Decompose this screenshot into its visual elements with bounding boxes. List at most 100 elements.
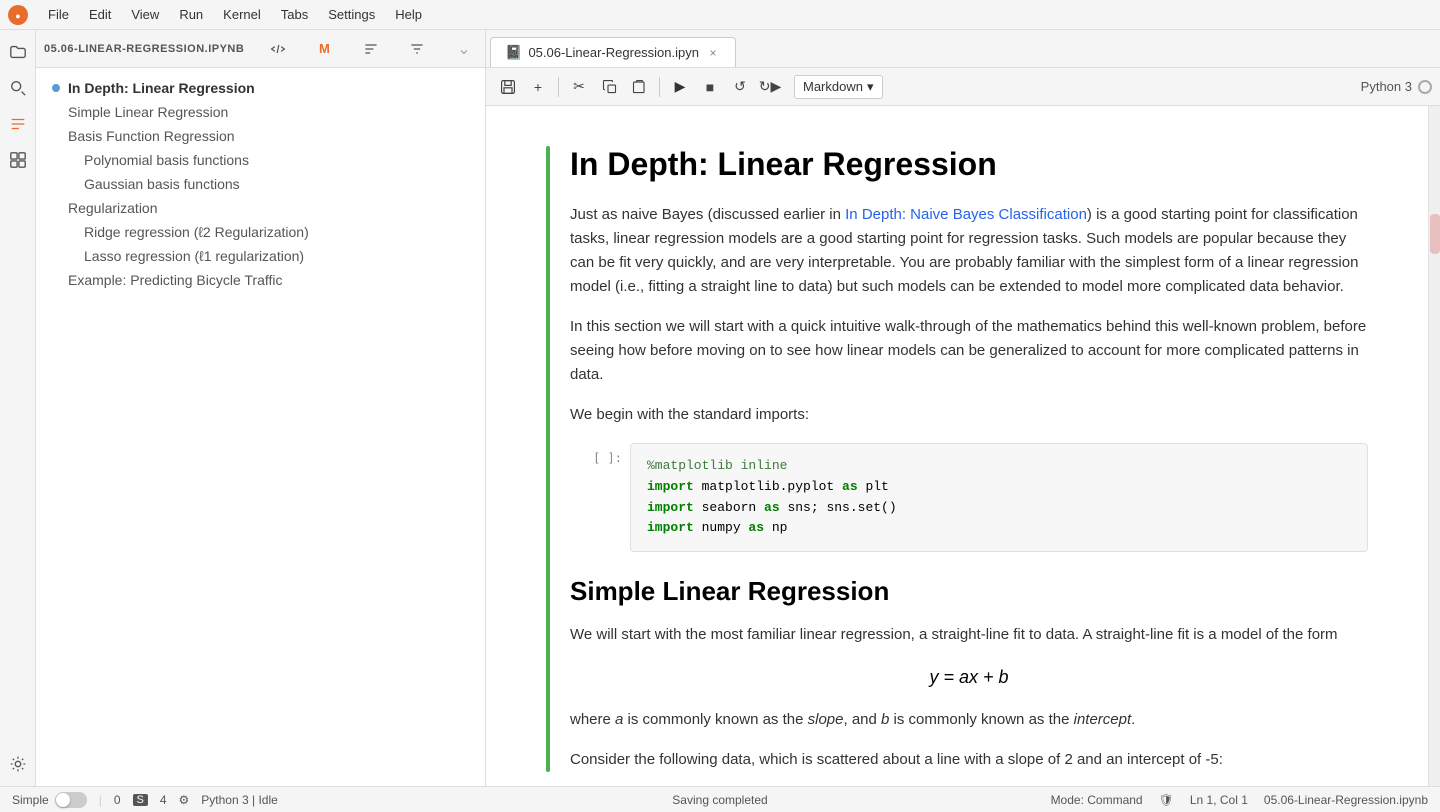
copy-btn[interactable] [595, 74, 623, 100]
toc-area: In Depth: Linear Regression Simple Linea… [36, 68, 485, 786]
toc-item-5[interactable]: Regularization [36, 196, 485, 220]
notebook-paragraph-4: We will start with the most familiar lin… [570, 623, 1368, 647]
add-cell-btn[interactable]: + [524, 74, 552, 100]
notebook-content[interactable]: In Depth: Linear Regression Just as naiv… [486, 106, 1428, 786]
notebook-tab[interactable]: 📓 05.06-Linear-Regression.ipyn × [490, 37, 736, 67]
menu-file[interactable]: File [40, 5, 77, 24]
toc-label-5: Regularization [68, 200, 158, 216]
menu-tabs[interactable]: Tabs [273, 5, 316, 24]
code-token: as [748, 520, 764, 535]
scrollbar-thumb[interactable] [1430, 214, 1440, 254]
toc-label-8: Example: Predicting Bicycle Traffic [68, 272, 283, 288]
toc-label-7: Lasso regression (ℓ1 regularization) [84, 248, 304, 264]
code-line-2: import matplotlib.pyplot as plt [647, 477, 1351, 498]
var-a: a [615, 711, 623, 728]
active-cell-indicator [546, 146, 550, 772]
toc-item-4[interactable]: Gaussian basis functions [36, 172, 485, 196]
right-scrollbar[interactable] [1428, 106, 1440, 786]
status-center: Saving completed [672, 793, 767, 807]
notebook-tabs: 📓 05.06-Linear-Regression.ipyn × [486, 30, 1440, 68]
toc-item-0[interactable]: In Depth: Linear Regression [36, 76, 485, 100]
restart-run-btn[interactable]: ↻▶ [756, 74, 784, 100]
toolbar-sep-1 [558, 77, 559, 97]
python-status: Python 3 | Idle [201, 793, 278, 807]
sidebar-icon-extensions[interactable] [4, 146, 32, 174]
filter-btn[interactable] [404, 36, 430, 62]
code-block-1[interactable]: %matplotlib inline import matplotlib.pyp… [630, 443, 1368, 552]
code-view-btn[interactable] [265, 36, 291, 62]
toolbar-sep-2 [659, 77, 660, 97]
kernel-info: Python 3 [1361, 79, 1432, 94]
naive-bayes-link[interactable]: In Depth: Naive Bayes Classification [845, 206, 1087, 223]
notebook-panel: 📓 05.06-Linear-Regression.ipyn × + ✂ [486, 30, 1440, 786]
menu-view[interactable]: View [123, 5, 167, 24]
gear-icon[interactable]: ⚙ [179, 793, 190, 807]
toggle-knob [56, 793, 70, 807]
menu-settings[interactable]: Settings [320, 5, 383, 24]
app-logo: ● [8, 5, 28, 25]
sidebar-icon-search[interactable] [4, 74, 32, 102]
more-options-btn[interactable]: ⌄ [451, 36, 477, 62]
file-panel: 05.06-LINEAR-REGRESSION.IPYNB M ⌄ [36, 30, 486, 786]
intercept-label: intercept [1074, 711, 1132, 728]
code-token: import [647, 520, 694, 535]
notebook-paragraph-6: Consider the following data, which is sc… [570, 748, 1368, 772]
code-line-1: %matplotlib inline [647, 456, 1351, 477]
toggle-switch[interactable] [55, 792, 87, 808]
notebook-tab-name: 05.06-Linear-Regression.ipyn [528, 45, 699, 60]
paste-btn[interactable] [625, 74, 653, 100]
toc-bullet-0 [52, 84, 60, 92]
toc-item-2[interactable]: Basis Function Regression [36, 124, 485, 148]
math-formula: y = ax + b [570, 667, 1368, 688]
sidebar-icons [0, 30, 36, 786]
toc-item-7[interactable]: Lasso regression (ℓ1 regularization) [36, 244, 485, 268]
run-btn[interactable]: ▶ [666, 74, 694, 100]
code-token: as [842, 479, 858, 494]
sidebar-icon-folder[interactable] [4, 38, 32, 66]
notebook-heading1: In Depth: Linear Regression [570, 146, 1368, 183]
code-token: as [764, 500, 780, 515]
variable-inspector-btn[interactable]: M [311, 36, 337, 62]
menu-kernel[interactable]: Kernel [215, 5, 269, 24]
cell-prompt-1: [ ]: [570, 443, 630, 552]
toc-label-4: Gaussian basis functions [84, 176, 240, 192]
svg-text:●: ● [15, 11, 20, 21]
s-badge: S [133, 794, 148, 806]
toc-label-1: Simple Linear Regression [68, 104, 228, 120]
code-line-3: import seaborn as sns; sns.set() [647, 498, 1351, 519]
sidebar-icon-toc[interactable] [4, 110, 32, 138]
notebook-paragraph-5: where a is commonly known as the slope, … [570, 708, 1368, 732]
code-line-4: import numpy as np [647, 518, 1351, 539]
cell-type-dropdown[interactable]: Markdown ▾ [794, 75, 883, 99]
status-sep-1: | [99, 793, 102, 807]
toc-label-3: Polynomial basis functions [84, 152, 249, 168]
notebook-tab-close[interactable]: × [705, 45, 721, 61]
restart-btn[interactable]: ↺ [726, 74, 754, 100]
position-label: Ln 1, Col 1 [1190, 793, 1248, 807]
stop-btn[interactable]: ■ [696, 74, 724, 100]
menu-help[interactable]: Help [387, 5, 430, 24]
toc-label-6: Ridge regression (ℓ2 Regularization) [84, 224, 309, 240]
save-btn[interactable] [494, 74, 522, 100]
num-badge: 4 [160, 793, 167, 807]
simple-toggle[interactable]: Simple [12, 792, 87, 808]
menubar: ● File Edit View Run Kernel Tabs Setting… [0, 0, 1440, 30]
notebook-paragraph-2: In this section we will start with a qui… [570, 315, 1368, 387]
sidebar-icon-settings[interactable] [4, 750, 32, 778]
toc-item-1[interactable]: Simple Linear Regression [36, 100, 485, 124]
menu-run[interactable]: Run [171, 5, 211, 24]
cell-type-label: Markdown [803, 79, 863, 94]
statusbar: Simple | 0 S 4 ⚙ Python 3 | Idle Saving … [0, 786, 1440, 812]
code-cell-1[interactable]: [ ]: %matplotlib inline import matplotli… [570, 443, 1368, 552]
toc-item-6[interactable]: Ridge regression (ℓ2 Regularization) [36, 220, 485, 244]
menu-edit[interactable]: Edit [81, 5, 119, 24]
kernel-status-circle [1418, 80, 1432, 94]
cut-btn[interactable]: ✂ [565, 74, 593, 100]
toc-item-3[interactable]: Polynomial basis functions ··· [36, 148, 485, 172]
toc-item-8[interactable]: Example: Predicting Bicycle Traffic [36, 268, 485, 292]
file-label: 05.06-LINEAR-REGRESSION.IPYNB [44, 43, 244, 55]
file-panel-header: 05.06-LINEAR-REGRESSION.IPYNB M ⌄ [36, 30, 485, 68]
code-token: %matplotlib inline [647, 458, 787, 473]
toc-btn[interactable] [358, 36, 384, 62]
toc-label-2: Basis Function Regression [68, 128, 235, 144]
